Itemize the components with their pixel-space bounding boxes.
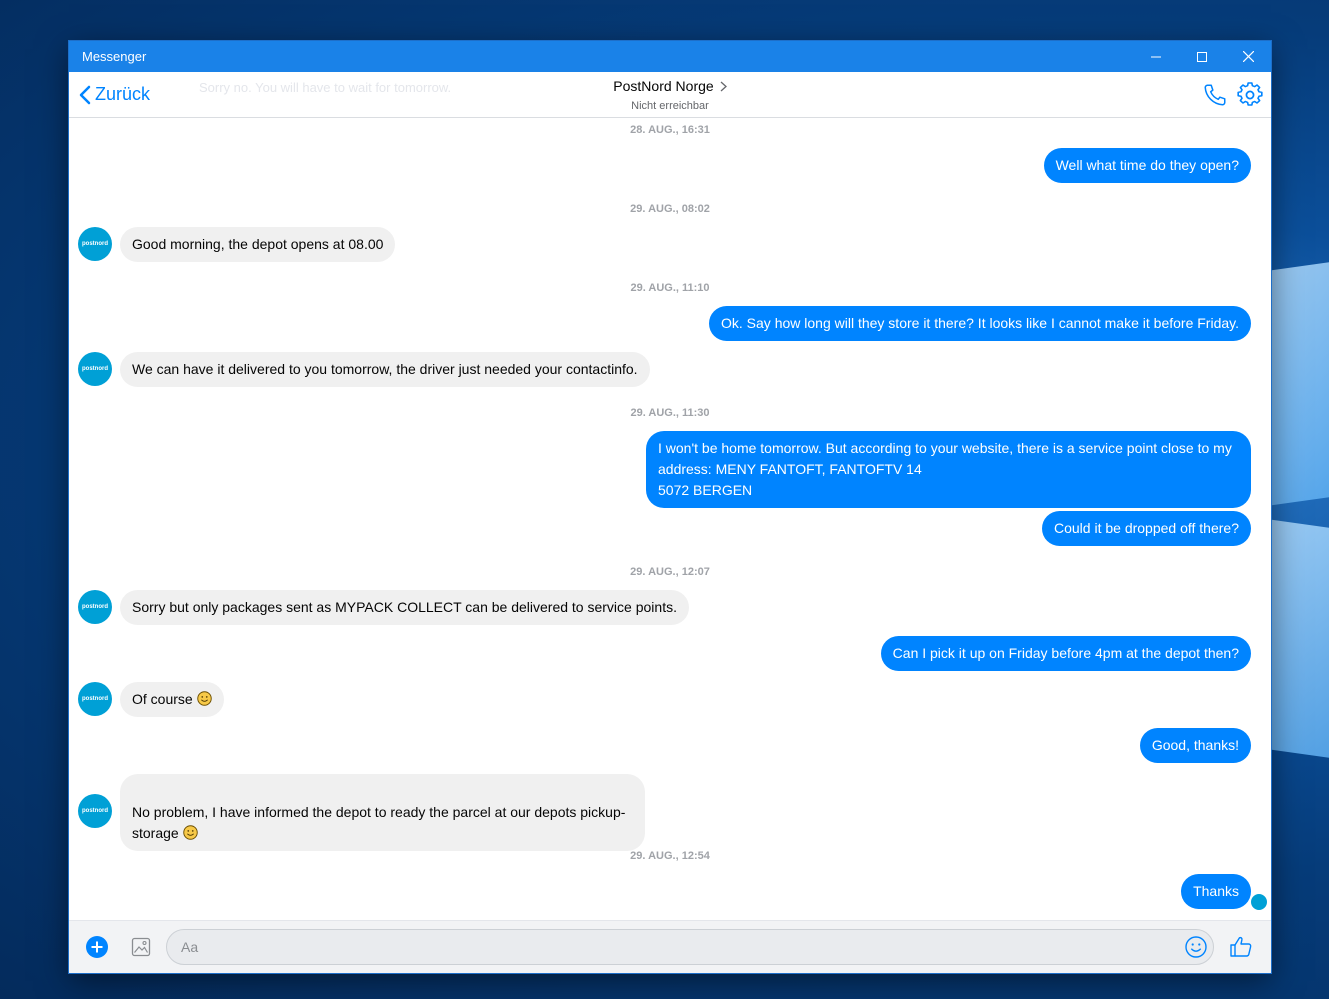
timestamp: 29. AUG., 12:54 — [630, 850, 710, 862]
maximize-icon — [1197, 51, 1207, 62]
message-outgoing[interactable]: Thanks — [1181, 874, 1251, 909]
plus-circle-icon — [86, 936, 108, 958]
conversation-header: Sorry no. You will have to wait for tomo… — [69, 72, 1271, 118]
settings-button[interactable] — [1237, 82, 1263, 108]
message-incoming-with-emoji[interactable]: Of course — [120, 682, 224, 717]
composer-bar — [69, 920, 1271, 973]
minimize-icon — [1151, 56, 1161, 57]
message-list: 28. AUG., 16:31 Well what time do they o… — [69, 118, 1271, 920]
messenger-window: Messenger Sorry no. You will have to wai… — [69, 41, 1271, 973]
window-title: Messenger — [82, 49, 147, 64]
like-button[interactable] — [1228, 934, 1254, 960]
smiley-icon — [1185, 936, 1207, 958]
message-incoming-with-emoji[interactable]: No problem, I have informed the depot to… — [120, 774, 645, 851]
seen-indicator-avatar — [1250, 893, 1268, 911]
call-button[interactable] — [1202, 82, 1228, 108]
timestamp: 29. AUG., 11:10 — [630, 282, 710, 294]
message-text: Of course — [132, 691, 197, 707]
message-input[interactable] — [166, 929, 1214, 965]
avatar[interactable]: postnord — [78, 352, 112, 386]
close-icon — [1242, 51, 1254, 62]
contact-info: PostNord Norge Nicht erreichbar — [69, 78, 1271, 112]
message-outgoing[interactable]: Can I pick it up on Friday before 4pm at… — [880, 636, 1251, 671]
avatar[interactable]: postnord — [78, 227, 112, 261]
message-outgoing[interactable]: I won't be home tomorrow. But according … — [646, 431, 1251, 508]
smiley-emoji-icon — [196, 691, 212, 706]
close-button[interactable] — [1225, 41, 1271, 72]
title-bar: Messenger — [69, 41, 1271, 72]
timestamp: 28. AUG., 16:31 — [630, 124, 710, 136]
image-icon — [131, 937, 151, 957]
message-incoming[interactable]: Good morning, the depot opens at 08.00 — [120, 227, 396, 262]
emoji-button[interactable] — [1183, 934, 1209, 960]
timestamp: 29. AUG., 12:07 — [630, 566, 710, 578]
image-button[interactable] — [128, 934, 154, 960]
message-outgoing[interactable]: Well what time do they open? — [1043, 148, 1251, 183]
message-text: No problem, I have informed the depot to… — [132, 804, 626, 841]
message-outgoing[interactable]: Could it be dropped off there? — [1042, 511, 1251, 546]
smiley-emoji-icon — [182, 825, 198, 840]
contact-name-link[interactable]: PostNord Norge — [613, 78, 727, 94]
avatar[interactable]: postnord — [78, 590, 112, 624]
minimize-button[interactable] — [1133, 41, 1179, 72]
thumbs-up-icon — [1230, 936, 1252, 957]
more-actions-button[interactable] — [84, 934, 110, 960]
message-incoming[interactable]: We can have it delivered to you tomorrow… — [120, 352, 650, 387]
timestamp: 29. AUG., 11:30 — [630, 407, 710, 419]
gear-icon — [1237, 82, 1263, 106]
contact-status: Nicht erreichbar — [631, 100, 709, 112]
maximize-button[interactable] — [1179, 41, 1225, 72]
contact-name: PostNord Norge — [613, 78, 714, 94]
avatar[interactable]: postnord — [78, 682, 112, 716]
message-outgoing[interactable]: Good, thanks! — [1139, 728, 1251, 763]
message-outgoing[interactable]: Ok. Say how long will they store it ther… — [709, 306, 1251, 341]
phone-icon — [1204, 84, 1226, 106]
chevron-right-icon — [720, 81, 727, 91]
message-incoming[interactable]: Sorry but only packages sent as MYPACK C… — [120, 590, 689, 625]
timestamp: 29. AUG., 08:02 — [630, 203, 710, 215]
avatar[interactable]: postnord — [78, 794, 112, 828]
